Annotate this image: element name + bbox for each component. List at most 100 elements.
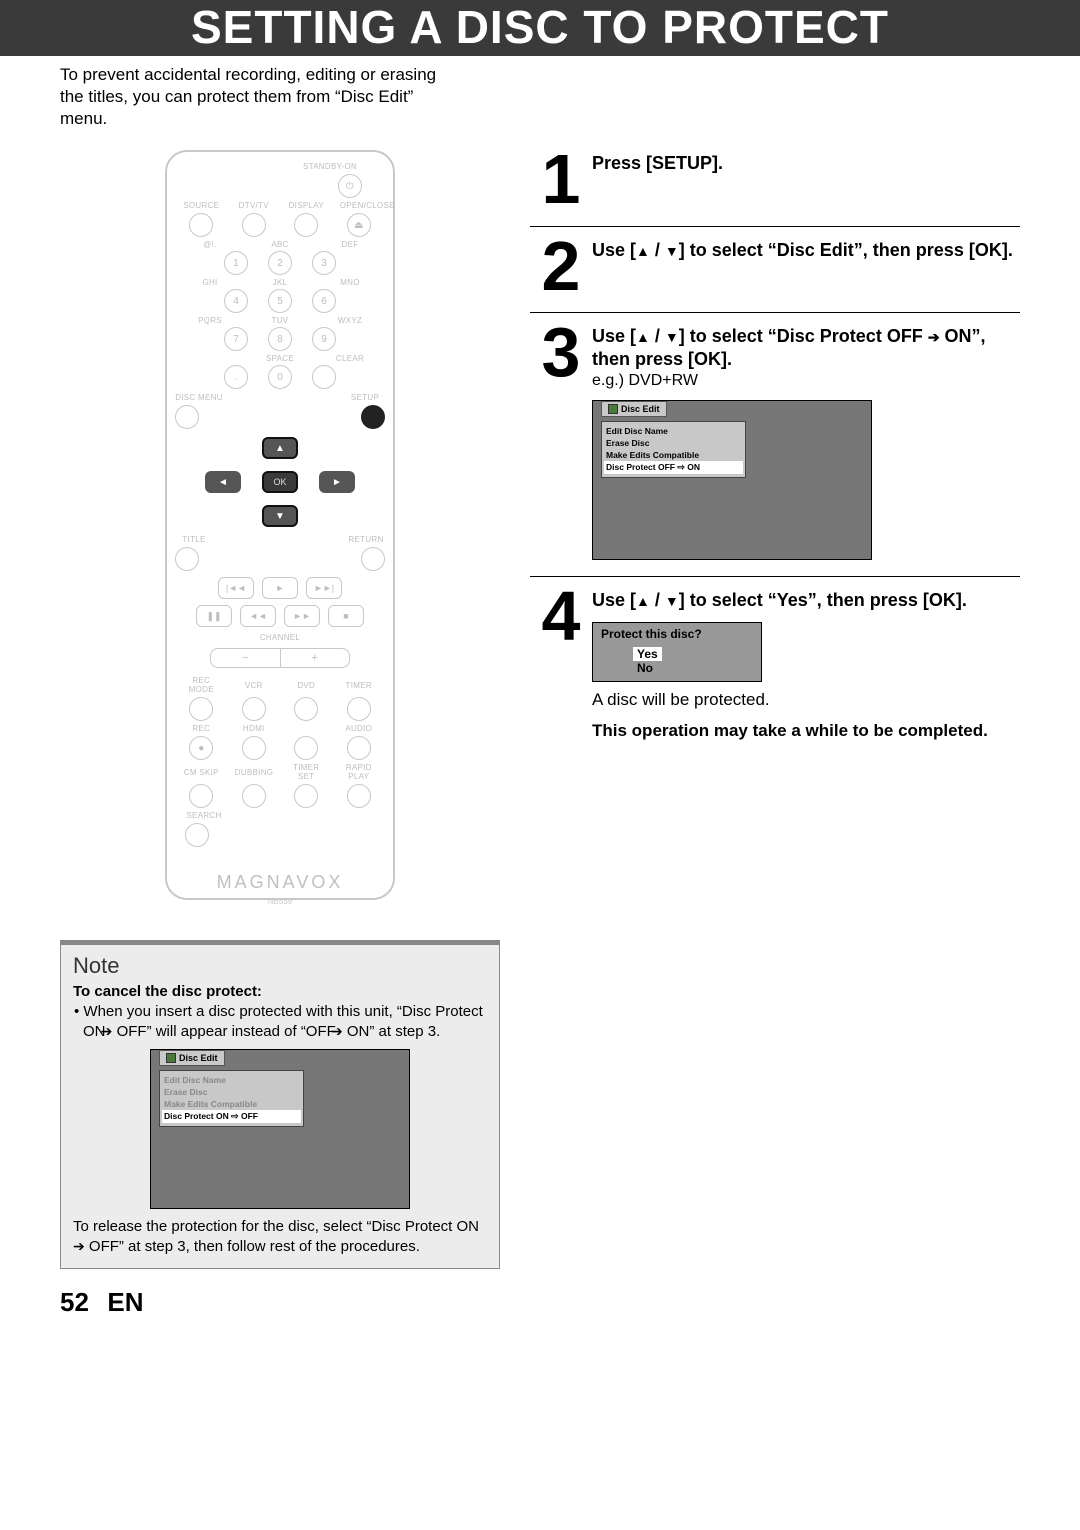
note-bullet-post: ON” at step 3. bbox=[343, 1023, 441, 1040]
cmskip-button bbox=[189, 784, 213, 808]
num-dot: . bbox=[224, 365, 248, 389]
timer-button bbox=[347, 697, 371, 721]
menu-tab: Disc Edit bbox=[601, 401, 667, 417]
disc-edit-menu: Disc Edit Edit Disc Name Erase Disc Make… bbox=[592, 400, 872, 560]
confirm-no: No bbox=[633, 661, 657, 675]
remote-brand: MAGNAVOX bbox=[175, 872, 385, 893]
num-2: 2 bbox=[268, 251, 292, 275]
label-dvd: DVD bbox=[287, 681, 325, 690]
right-arrow-icon: ➔ bbox=[73, 1237, 85, 1255]
down-triangle-icon: ▼ bbox=[665, 593, 679, 609]
note-after-post: OFF” at step 3, then follow rest of the … bbox=[85, 1238, 420, 1255]
menu-opt-protect-post: ON bbox=[685, 462, 700, 472]
step-2-post: ] to select “Disc Edit”, then press [OK]… bbox=[679, 240, 1013, 260]
stop-button: ■ bbox=[328, 605, 364, 627]
step-4-after: A disc will be protected. bbox=[592, 690, 1020, 710]
label-source: SOURCE bbox=[182, 201, 220, 210]
page-footer: 52 EN bbox=[0, 1269, 1080, 1348]
label-wxyz: WXYZ bbox=[331, 316, 369, 325]
note-after: To release the protection for the disc, … bbox=[73, 1217, 487, 1256]
rec-button: ● bbox=[189, 736, 213, 760]
num-8: 8 bbox=[268, 327, 292, 351]
label-channel: CHANNEL bbox=[175, 633, 385, 642]
label-timerset: TIMER SET bbox=[287, 763, 325, 781]
dtvtv-button bbox=[242, 213, 266, 237]
step-4-number: 4 bbox=[530, 587, 592, 647]
menu-opt-compatible: Make Edits Compatible bbox=[606, 449, 741, 461]
note-menu-opt-compat: Make Edits Compatible bbox=[164, 1098, 299, 1110]
label-discmenu: DISC MENU bbox=[175, 393, 223, 402]
channel-rocker: −+ bbox=[210, 648, 350, 668]
arrow-up-button: ▲ bbox=[262, 437, 298, 459]
dpad: ▲ ▼ ◄ ► OK bbox=[205, 437, 355, 527]
num-7: 7 bbox=[224, 327, 248, 351]
label-pqrs: PQRS bbox=[191, 316, 229, 325]
label-mno: MNO bbox=[331, 278, 369, 287]
blank-button bbox=[294, 736, 318, 760]
step-1: 1 Press [SETUP]. bbox=[530, 140, 1020, 226]
step-3-pre: Use [ bbox=[592, 326, 636, 346]
label-search: SEARCH bbox=[185, 811, 223, 820]
source-button bbox=[189, 213, 213, 237]
up-triangle-icon: ▲ bbox=[636, 593, 650, 609]
note-menu-tab: Disc Edit bbox=[159, 1050, 225, 1066]
page-number: 52 bbox=[60, 1287, 89, 1318]
arrow-down-button: ▼ bbox=[262, 505, 298, 527]
search-button bbox=[185, 823, 209, 847]
step-3-mid: / bbox=[650, 326, 665, 346]
dvd-button bbox=[294, 697, 318, 721]
label-ghi: GHI bbox=[191, 278, 229, 287]
menu-opt-edit-name: Edit Disc Name bbox=[606, 425, 741, 437]
right-arrow-icon: ➔ bbox=[928, 329, 940, 347]
audio-button bbox=[347, 736, 371, 760]
step-1-number: 1 bbox=[530, 150, 592, 210]
step-4-title: Use [▲ / ▼] to select “Yes”, then press … bbox=[592, 589, 1020, 612]
display-button bbox=[294, 213, 318, 237]
label-jkl: JKL bbox=[261, 278, 299, 287]
label-setup: SETUP bbox=[345, 393, 385, 402]
label-rapidplay: RAPID PLAY bbox=[340, 763, 378, 781]
note-box: Note To cancel the disc protect: When yo… bbox=[60, 940, 500, 1269]
power-button: ⏻ bbox=[338, 174, 362, 198]
step-2-mid: / bbox=[650, 240, 665, 260]
arrow-right-button: ► bbox=[319, 471, 355, 493]
step-3-number: 3 bbox=[530, 323, 592, 383]
label-title: TITLE bbox=[175, 535, 213, 544]
ffwd-button: ►► bbox=[284, 605, 320, 627]
openclose-button: ⏏ bbox=[347, 213, 371, 237]
recmode-button bbox=[189, 697, 213, 721]
note-menu-protect-pre: Disc Protect ON bbox=[164, 1111, 231, 1121]
remote-model: NB559 bbox=[175, 897, 385, 906]
step-2-pre: Use [ bbox=[592, 240, 636, 260]
label-return: RETURN bbox=[347, 535, 385, 544]
note-menu-opt-edit: Edit Disc Name bbox=[164, 1074, 299, 1086]
confirm-yes: Yes bbox=[633, 647, 662, 661]
timerset-button bbox=[294, 784, 318, 808]
up-triangle-icon: ▲ bbox=[636, 243, 650, 259]
label-openclose: OPEN/CLOSE bbox=[340, 201, 378, 210]
label-rec: REC bbox=[182, 724, 220, 733]
note-after-pre: To release the protection for the disc, … bbox=[73, 1218, 479, 1235]
ok-button: OK bbox=[262, 471, 298, 493]
note-bullet-mid: OFF” will appear instead of “OFF bbox=[112, 1023, 340, 1040]
label-dtvtv: DTV/TV bbox=[235, 201, 273, 210]
label-audio: AUDIO bbox=[340, 724, 378, 733]
swap-arrow-icon: ⇨ bbox=[231, 1111, 239, 1121]
label-abc: ABC bbox=[261, 240, 299, 249]
page-title: SETTING A DISC TO PROTECT bbox=[0, 0, 1080, 54]
step-4-warning: This operation may take a while to be co… bbox=[592, 720, 1020, 742]
num-1: 1 bbox=[224, 251, 248, 275]
intro-text: To prevent accidental recording, editing… bbox=[0, 56, 520, 140]
rew-button: ◄◄ bbox=[240, 605, 276, 627]
setup-button bbox=[361, 405, 385, 429]
page-language: EN bbox=[107, 1287, 143, 1318]
label-vcr: VCR bbox=[235, 681, 273, 690]
label-timer: TIMER bbox=[340, 681, 378, 690]
note-menu-opt-erase: Erase Disc bbox=[164, 1086, 299, 1098]
rapidplay-button bbox=[347, 784, 371, 808]
step-3: 3 Use [▲ / ▼] to select “Disc Protect OF… bbox=[530, 312, 1020, 576]
pause-button: ❚❚ bbox=[196, 605, 232, 627]
note-cancel-heading: To cancel the disc protect: bbox=[73, 983, 487, 1000]
skipback-button: |◄◄ bbox=[218, 577, 254, 599]
step-2-title: Use [▲ / ▼] to select “Disc Edit”, then … bbox=[592, 239, 1020, 262]
